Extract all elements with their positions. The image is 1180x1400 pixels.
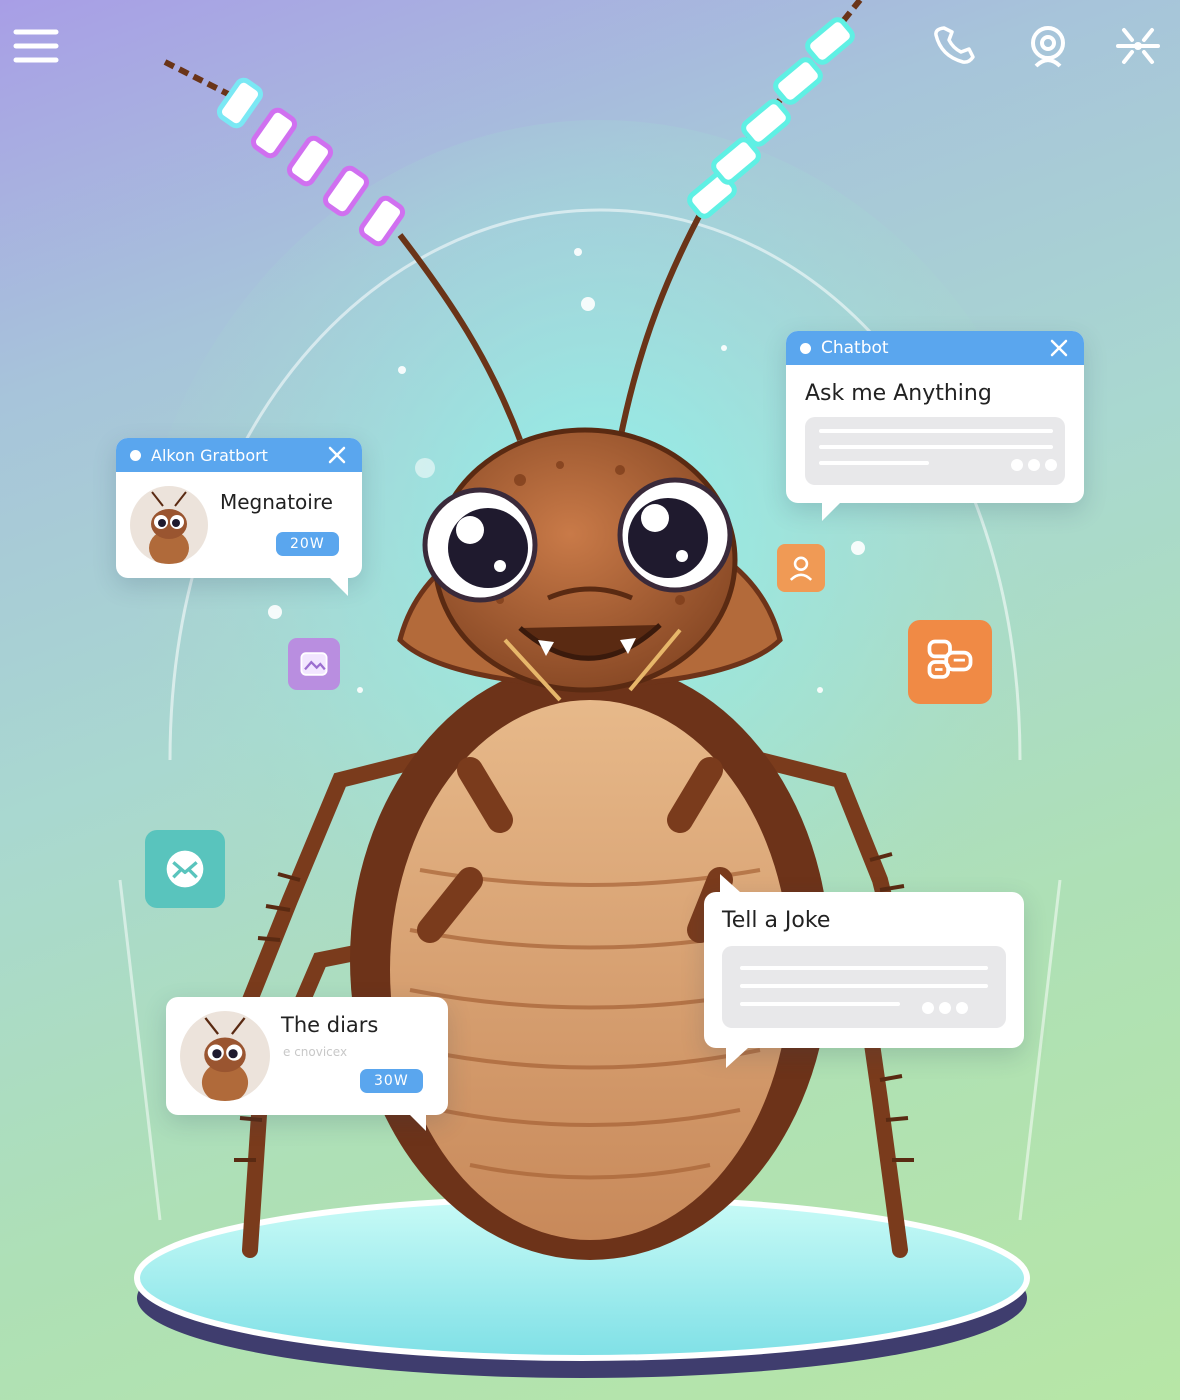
card-title: Ask me Anything [805,381,992,406]
close-icon[interactable] [326,444,348,466]
chat-card-alkon[interactable]: Alkon Gratbort Megnatoire 20W [116,438,362,596]
chat-card-diars[interactable]: The diars e cnovicex 30W [166,997,448,1131]
card-subtitle: e cnovicex [283,1045,348,1059]
card-title: Tell a Joke [722,908,831,933]
card-header: Alkon Gratbort [116,438,362,472]
speech-tail [330,578,348,596]
card-title: The diars [281,1013,379,1037]
avatar [130,486,208,564]
status-dot [800,342,811,354]
status-dot [130,449,141,461]
contact-icon[interactable] [777,544,825,592]
cockroach-mascot-illustration [118,0,1070,1378]
chat-card-joke[interactable]: Tell a Joke [704,874,1024,1068]
network-icon[interactable] [1110,18,1166,74]
mail-icon[interactable] [145,830,225,908]
card-title: Megnatoire [220,490,333,514]
hamburger-menu-icon[interactable] [8,18,64,74]
badge-button[interactable]: 30W [360,1069,423,1093]
speech-tail [410,1115,426,1131]
card-header-title: Alkon Gratbort [151,445,268,465]
avatar [180,1011,270,1101]
message-input[interactable] [805,417,1065,485]
speech-tail [822,503,840,521]
close-icon[interactable] [1048,337,1070,359]
typing-indicator [922,1002,968,1014]
chat-bubbles-icon[interactable] [908,620,992,704]
speech-tail [726,1048,748,1068]
card-header: Chatbot [786,331,1084,365]
card-header-title: Chatbot [821,338,889,358]
chat-card-chatbot[interactable]: Chatbot Ask me Anything [786,331,1084,521]
phone-icon[interactable] [928,18,984,74]
message-input[interactable] [722,946,1006,1028]
speech-tail [720,874,740,892]
typing-indicator [1011,459,1057,471]
gallery-icon[interactable] [288,638,340,690]
webcam-icon[interactable] [1020,18,1076,74]
badge-button[interactable]: 20W [276,532,339,556]
